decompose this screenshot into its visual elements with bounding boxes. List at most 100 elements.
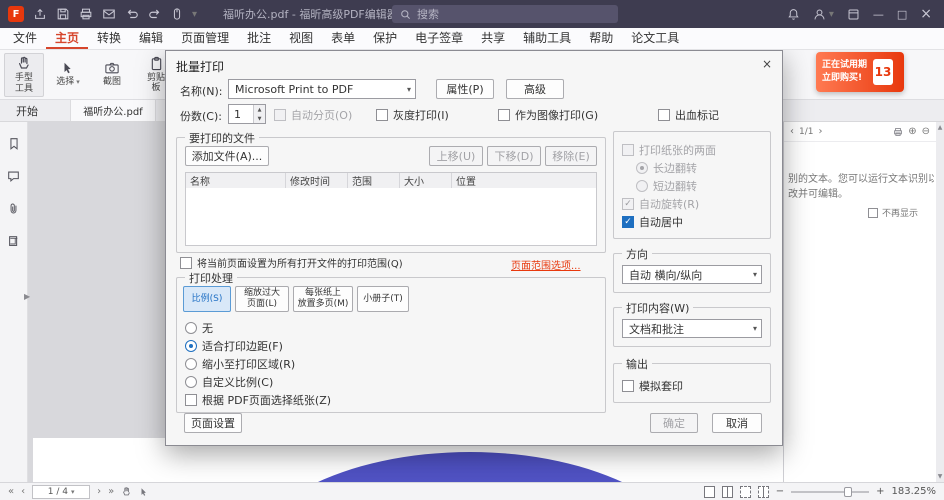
orientation-select[interactable]: 自动 横向/纵向 ▾ — [622, 265, 762, 284]
share-icon[interactable] — [33, 7, 47, 21]
print-as-image-checkbox[interactable]: 作为图像打印(G) — [498, 107, 598, 123]
page-indicator[interactable]: 1 / 4 ▾ — [32, 485, 90, 499]
bleed-marks-checkbox[interactable]: 出血标记 — [658, 107, 719, 123]
undo-icon[interactable] — [125, 7, 139, 21]
prev-page-icon[interactable]: ‹ — [21, 486, 25, 497]
panel-print-icon[interactable] — [893, 127, 903, 137]
next-page-icon[interactable]: › — [97, 486, 101, 497]
zoom-in-button[interactable]: + — [876, 486, 884, 497]
next-page-icon[interactable]: › — [818, 126, 822, 137]
search-input[interactable]: 搜索 — [392, 5, 618, 23]
close-button[interactable]: × — [920, 6, 932, 22]
hand-mode-icon[interactable] — [121, 486, 132, 497]
column-header-size[interactable]: 大小 — [400, 173, 452, 188]
spin-down-icon[interactable]: ▼ — [254, 114, 265, 123]
redo-icon[interactable] — [148, 7, 162, 21]
column-header-modified[interactable]: 修改时间 — [286, 173, 348, 188]
scale-mode-button[interactable]: 比例(S) — [183, 286, 231, 312]
snapshot-tool-button[interactable]: 截图 — [92, 53, 132, 97]
scroll-up-icon[interactable]: ▲ — [938, 124, 943, 131]
notification-bell-icon[interactable] — [787, 8, 800, 21]
menu-convert[interactable]: 转换 — [88, 28, 130, 49]
remove-button[interactable]: 移除(E) — [545, 146, 597, 166]
choose-paper-by-pdf-checkbox[interactable]: 根据 PDF页面选择纸张(Z) — [185, 392, 331, 408]
zoom-out-button[interactable]: − — [776, 486, 784, 497]
menu-page-manage[interactable]: 页面管理 — [172, 28, 238, 49]
cancel-button[interactable]: 取消 — [712, 413, 762, 433]
scroll-down-icon[interactable]: ▼ — [938, 473, 943, 480]
menu-file[interactable]: 文件 — [4, 28, 46, 49]
page-setup-button[interactable]: 页面设置 — [184, 413, 242, 433]
auto-center-checkbox[interactable]: 自动居中 — [622, 214, 683, 230]
first-page-icon[interactable]: « — [8, 486, 14, 497]
hand-tool-button[interactable]: 手型 工具 — [4, 53, 44, 97]
advanced-button[interactable]: 高级 — [506, 79, 564, 99]
dont-show-again-checkbox[interactable]: 不再显示 — [868, 206, 918, 219]
zoom-slider[interactable] — [791, 491, 869, 493]
continuous-view-icon[interactable] — [740, 486, 751, 498]
select-mode-icon[interactable] — [139, 487, 149, 497]
zoom-slider-thumb[interactable] — [844, 487, 852, 497]
account-menu[interactable]: ▾ — [813, 8, 834, 21]
fit-printable-margins-radio[interactable]: 适合打印边距(F) — [185, 338, 283, 354]
single-page-view-icon[interactable] — [704, 486, 715, 498]
zoom-out-icon[interactable]: ⊖ — [922, 126, 930, 137]
start-page-tab[interactable]: 开始 — [0, 100, 54, 121]
menu-protect[interactable]: 保护 — [364, 28, 406, 49]
mail-icon[interactable] — [102, 7, 116, 21]
dialog-close-button[interactable]: × — [757, 55, 777, 73]
column-header-location[interactable]: 位置 — [452, 173, 596, 188]
menu-comment[interactable]: 批注 — [238, 28, 280, 49]
printer-select[interactable]: Microsoft Print to PDF ▾ — [228, 79, 416, 99]
multiple-per-sheet-mode-button[interactable]: 每张纸上 放置多页(M) — [293, 286, 353, 312]
comments-panel-icon[interactable] — [6, 169, 21, 183]
spin-up-icon[interactable]: ▲ — [254, 105, 265, 114]
scale-none-radio[interactable]: 无 — [185, 320, 213, 336]
menu-paper-tools[interactable]: 论文工具 — [622, 28, 688, 49]
last-page-icon[interactable]: » — [108, 486, 114, 497]
print-icon[interactable] — [79, 7, 93, 21]
zoom-level-value[interactable]: 183.25% — [892, 486, 937, 497]
sidebar-expand-icon[interactable]: ▶ — [24, 292, 30, 301]
apply-page-range-checkbox[interactable]: 将当前页面设置为所有打开文件的打印范围(Q) — [180, 255, 403, 270]
menu-accessibility[interactable]: 辅助工具 — [514, 28, 580, 49]
bookmarks-panel-icon[interactable] — [7, 136, 21, 151]
copies-stepper[interactable]: 1 ▲ ▼ — [228, 104, 266, 124]
ok-button[interactable]: 确定 — [650, 413, 698, 433]
menu-share[interactable]: 共享 — [472, 28, 514, 49]
files-table-body[interactable] — [185, 188, 597, 246]
facing-page-view-icon[interactable] — [722, 486, 733, 498]
menu-view[interactable]: 视图 — [280, 28, 322, 49]
vertical-scrollbar[interactable]: ▲ ▼ — [936, 122, 944, 482]
grayscale-checkbox[interactable]: 灰度打印(I) — [376, 107, 449, 123]
move-down-button[interactable]: 下移(D) — [487, 146, 541, 166]
menu-home[interactable]: 主页 — [46, 28, 88, 49]
minimize-button[interactable]: — — [873, 8, 884, 21]
layout-toggle-icon[interactable] — [847, 8, 860, 21]
column-header-range[interactable]: 范围 — [348, 173, 400, 188]
trial-purchase-banner[interactable]: 正在试用期 立即购买! 13 — [816, 52, 904, 92]
add-files-button[interactable]: 添加文件(A)... — [185, 146, 269, 166]
print-content-select[interactable]: 文档和批注 ▾ — [622, 319, 762, 338]
reduce-to-printable-area-radio[interactable]: 缩小至打印区域(R) — [185, 356, 295, 372]
menu-form[interactable]: 表单 — [322, 28, 364, 49]
zoom-in-icon[interactable]: ⊕ — [908, 126, 916, 137]
pages-panel-icon[interactable] — [7, 234, 21, 249]
page-range-options-link[interactable]: 页面范围选项... — [511, 257, 581, 272]
chevron-down-icon[interactable]: ▾ — [192, 9, 197, 20]
mouse-mode-icon[interactable] — [171, 7, 183, 21]
shrink-oversized-mode-button[interactable]: 缩放过大 页面(L) — [235, 286, 289, 312]
maximize-button[interactable]: □ — [897, 8, 907, 21]
menu-help[interactable]: 帮助 — [580, 28, 622, 49]
menu-esign[interactable]: 电子签章 — [406, 28, 472, 49]
menu-edit[interactable]: 编辑 — [130, 28, 172, 49]
document-tab[interactable]: 福听办公.pdf — [70, 100, 156, 121]
attachments-panel-icon[interactable] — [7, 201, 20, 216]
simulate-overprint-checkbox[interactable]: 模拟套印 — [622, 378, 683, 394]
continuous-facing-view-icon[interactable] — [758, 486, 769, 498]
prev-page-icon[interactable]: ‹ — [790, 126, 794, 137]
select-tool-button[interactable]: 选择▾ — [48, 53, 88, 97]
booklet-mode-button[interactable]: 小册子(T) — [357, 286, 409, 312]
move-up-button[interactable]: 上移(U) — [429, 146, 483, 166]
column-header-name[interactable]: 名称 — [186, 173, 286, 188]
